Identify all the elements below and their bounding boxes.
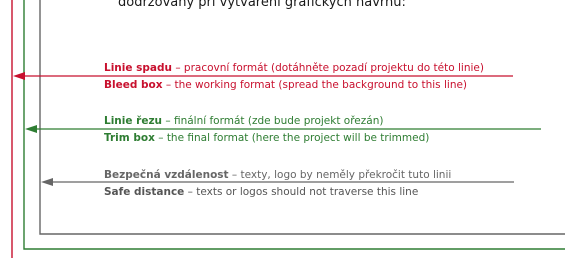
trim-term-cz: Linie řezu <box>104 115 163 127</box>
trim-term-en: Trim box <box>104 132 155 144</box>
bleed-term-en: Bleed box <box>104 79 163 91</box>
bleed-arrowhead <box>13 72 25 80</box>
safe-desc-en: – texts or logos should not traverse thi… <box>184 186 419 198</box>
safe-desc-cz: – texty, logo by neměly překročit tuto l… <box>228 169 452 181</box>
trim-label-cz: Linie řezu – finální formát (zde bude pr… <box>104 115 383 127</box>
trim-label-en: Trim box – the final format (here the pr… <box>104 132 429 144</box>
trim-desc-en: – the final format (here the project wil… <box>154 132 430 144</box>
bleed-term-cz: Linie spadu <box>104 62 172 74</box>
bleed-label-cz: Linie spadu – pracovní formát (dotáhněte… <box>104 62 484 74</box>
trim-desc-cz: – finální formát (zde bude projekt ořezá… <box>162 115 384 127</box>
bleed-desc-cz: – pracovní formát (dotáhněte pozadí proj… <box>171 62 484 74</box>
safe-label-en: Safe distance – texts or logos should no… <box>104 186 418 198</box>
safe-term-en: Safe distance <box>104 186 185 198</box>
safe-label-cz: Bezpečná vzdálenost – texty, logo by nem… <box>104 169 451 181</box>
intro-text: dodržovány při vytváření grafických návr… <box>118 0 406 10</box>
safe-arrowhead <box>41 178 53 186</box>
bleed-label-en: Bleed box – the working format (spread t… <box>104 79 467 91</box>
bleed-desc-en: – the working format (spread the backgro… <box>162 79 468 91</box>
print-boxes-diagram <box>11 0 565 258</box>
safe-term-cz: Bezpečná vzdálenost <box>104 169 229 181</box>
trim-arrowhead <box>25 125 37 133</box>
